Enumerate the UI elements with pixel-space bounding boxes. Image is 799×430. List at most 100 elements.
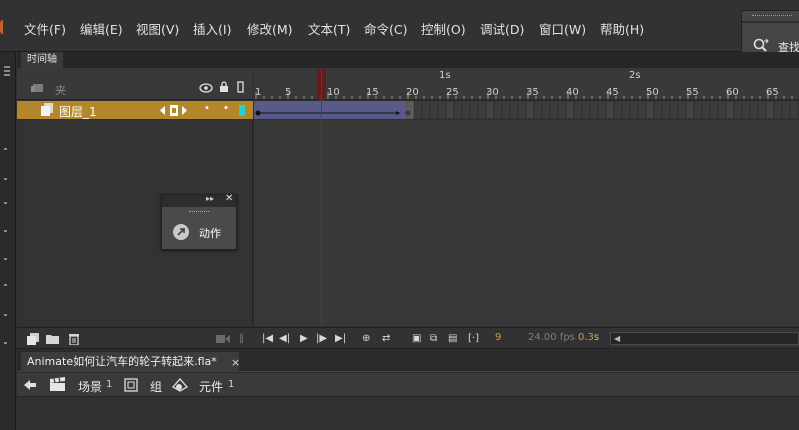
layer-nav-arrows-icon[interactable] [160, 105, 192, 116]
breadcrumb-scene[interactable]: 场景 [78, 378, 102, 395]
frame-cell[interactable] [453, 101, 463, 119]
menu-window[interactable]: 窗口(W) [539, 19, 586, 38]
frame-cell[interactable] [605, 101, 615, 119]
frames-area[interactable] [254, 120, 799, 326]
loop-icon[interactable]: ⇄ [382, 333, 390, 345]
panel-grip[interactable] [752, 15, 792, 17]
frame-cell[interactable] [613, 101, 623, 119]
lock-icon[interactable] [219, 81, 229, 93]
frame-cell[interactable] [669, 101, 679, 119]
show-hide-eye-icon[interactable] [199, 83, 213, 93]
play-icon[interactable]: ▶ [300, 333, 308, 345]
menu-commands[interactable]: 命令(C) [364, 19, 407, 38]
visibility-dot-icon[interactable]: • [204, 103, 210, 114]
menu-insert[interactable]: 插入(I) [193, 19, 231, 38]
frame-cell[interactable] [789, 101, 799, 119]
edit-multiple-frames-icon[interactable]: ▤ [448, 333, 457, 345]
frame-cell[interactable] [493, 101, 503, 119]
actions-panel[interactable]: ▸▸ ✕ 动作 [161, 193, 237, 250]
menu-modify[interactable]: 修改(M) [247, 19, 293, 38]
frame-cell[interactable] [557, 101, 567, 119]
layer-row[interactable]: 图层_1 • • [17, 101, 253, 119]
camera-icon[interactable] [216, 334, 230, 344]
frame-cell[interactable] [525, 101, 535, 119]
lock-dot-icon[interactable]: • [223, 103, 229, 114]
frame-cell[interactable] [517, 101, 527, 119]
step-back-icon[interactable]: ◀| [279, 333, 290, 345]
frame-cell[interactable] [413, 101, 423, 119]
end-keyframe-cell[interactable] [406, 101, 414, 119]
frame-cell[interactable] [749, 101, 759, 119]
frame-cell[interactable] [597, 101, 607, 119]
current-frame[interactable]: 9 [495, 332, 501, 343]
frame-cell[interactable] [781, 101, 791, 119]
strip-menu-icon[interactable] [4, 66, 10, 68]
breadcrumb-symbol[interactable]: 元件 [199, 378, 223, 395]
menu-debug[interactable]: 调试(D) [480, 19, 524, 38]
frame-cell[interactable] [621, 101, 631, 119]
breadcrumb-symbol-num[interactable]: 1 [228, 379, 234, 390]
menu-help[interactable]: 帮助(H) [600, 19, 644, 38]
frame-cell[interactable] [589, 101, 599, 119]
frame-cell[interactable] [725, 101, 735, 119]
collapse-icon[interactable]: ▸▸ [206, 194, 214, 203]
panel-grip[interactable] [189, 211, 209, 213]
frame-cell[interactable] [565, 101, 575, 119]
scroll-left-icon[interactable]: ◀ [614, 334, 620, 343]
new-layer-icon[interactable] [27, 333, 41, 345]
tab-timeline[interactable]: 时间轴 [21, 52, 63, 68]
frame-cell[interactable] [509, 101, 519, 119]
delete-trash-icon[interactable] [68, 332, 80, 345]
frame-cell[interactable] [429, 101, 439, 119]
frame-cell[interactable] [573, 101, 583, 119]
onion-markers-icon[interactable]: [·] [468, 333, 479, 345]
frame-cell[interactable] [717, 101, 727, 119]
close-document-icon[interactable]: × [231, 356, 240, 369]
stage-area[interactable] [17, 398, 799, 430]
frame-cell[interactable] [701, 101, 711, 119]
layer-name[interactable]: 图层_1 [59, 103, 97, 120]
menu-text[interactable]: 文本(T) [308, 19, 350, 38]
onion-skin-icon[interactable]: ▣ [412, 333, 421, 345]
close-icon[interactable]: ✕ [225, 193, 233, 204]
frame-cell[interactable] [533, 101, 543, 119]
frames-row[interactable] [254, 101, 799, 119]
go-first-frame-icon[interactable]: |◀ [262, 333, 273, 345]
frame-cell[interactable] [421, 101, 431, 119]
frame-cell[interactable] [637, 101, 647, 119]
actions-arrow-icon[interactable] [173, 224, 189, 240]
frame-cell[interactable] [645, 101, 655, 119]
frame-cell[interactable] [653, 101, 663, 119]
keyframe-start[interactable] [255, 110, 261, 116]
back-arrow-icon[interactable] [24, 379, 36, 391]
frame-rate[interactable]: 24.00 fps [528, 332, 575, 343]
layer-color-swatch[interactable] [239, 105, 245, 116]
tween-span[interactable] [254, 101, 406, 119]
frame-cell[interactable] [765, 101, 775, 119]
actions-label[interactable]: 动作 [199, 225, 221, 241]
go-last-frame-icon[interactable]: ▶| [335, 333, 346, 345]
frame-cell[interactable] [661, 101, 671, 119]
frame-cell[interactable] [469, 101, 479, 119]
frame-cell[interactable] [485, 101, 495, 119]
new-folder-icon[interactable] [46, 333, 60, 345]
frame-cell[interactable] [773, 101, 783, 119]
menu-control[interactable]: 控制(O) [421, 19, 466, 38]
menu-file[interactable]: 文件(F) [24, 19, 66, 38]
frame-cell[interactable] [741, 101, 751, 119]
frame-cell[interactable] [685, 101, 695, 119]
frame-cell[interactable] [629, 101, 639, 119]
frame-cell[interactable] [437, 101, 447, 119]
outline-toggle-icon[interactable] [237, 81, 245, 93]
frame-cell[interactable] [501, 101, 511, 119]
elapsed-time[interactable]: 0.3s [578, 332, 599, 343]
frame-cell[interactable] [581, 101, 591, 119]
menu-view[interactable]: 视图(V) [136, 19, 179, 38]
breadcrumb-group[interactable]: 组 [150, 378, 162, 395]
menu-edit[interactable]: 编辑(E) [80, 19, 123, 38]
frame-cell[interactable] [541, 101, 551, 119]
frame-ruler[interactable]: 1s 2s 1 5 10 15 20 25 30 35 40 45 50 55 … [254, 68, 799, 100]
frame-cell[interactable] [461, 101, 471, 119]
onion-outline-icon[interactable]: ⧉ [430, 333, 437, 345]
frame-cell[interactable] [709, 101, 719, 119]
